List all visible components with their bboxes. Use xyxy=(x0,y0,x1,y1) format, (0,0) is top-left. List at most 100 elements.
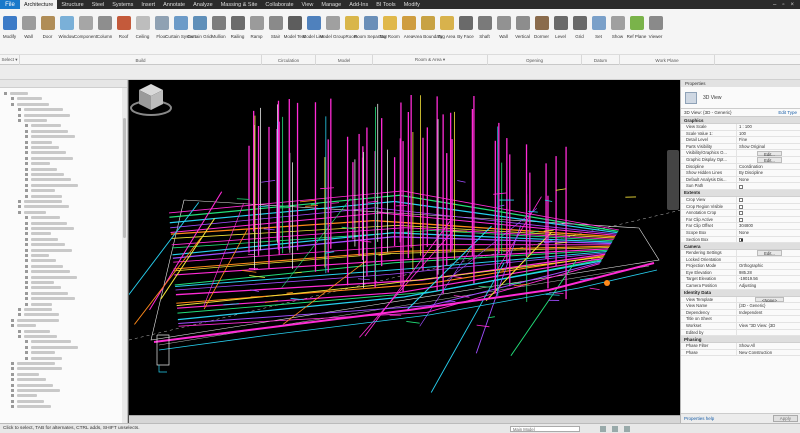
property-value[interactable]: 304800 xyxy=(737,223,800,229)
ribbon-tool-button[interactable]: Area xyxy=(399,11,418,51)
ribbon-tab[interactable]: BI Tools xyxy=(372,0,399,9)
3d-viewport[interactable] xyxy=(128,80,680,423)
property-value[interactable] xyxy=(737,204,800,210)
tree-expander-icon[interactable] xyxy=(18,119,21,122)
tree-item[interactable] xyxy=(31,151,66,155)
pipe-fitting[interactable] xyxy=(457,180,466,183)
ribbon-group-label[interactable]: Opening xyxy=(488,55,582,65)
tree-item[interactable] xyxy=(31,140,52,144)
ribbon-tool-button[interactable]: By Face xyxy=(456,11,475,51)
ribbon-tab[interactable]: Massing & Site xyxy=(217,0,262,9)
tree-expander-icon[interactable] xyxy=(11,394,14,398)
ribbon-tool-button[interactable]: Mullion xyxy=(209,11,228,51)
tree-expander-icon[interactable] xyxy=(25,221,28,225)
tree-expander-icon[interactable] xyxy=(18,335,21,338)
tree-expander-icon[interactable] xyxy=(18,210,21,214)
ribbon-tab[interactable]: Systems xyxy=(108,0,137,9)
floor-slab-edge[interactable] xyxy=(158,265,650,346)
ribbon-tool-button[interactable]: Floor xyxy=(152,11,171,51)
tree-expander-icon[interactable] xyxy=(25,146,28,149)
tree-item[interactable] xyxy=(31,173,64,176)
filter-icon[interactable] xyxy=(624,426,630,432)
tree-item[interactable] xyxy=(24,313,59,317)
tree-expander-icon[interactable] xyxy=(25,167,28,171)
property-value[interactable]: Independent xyxy=(737,310,800,316)
property-value[interactable]: 1 : 100 xyxy=(737,124,800,130)
pipe-fitting[interactable] xyxy=(476,324,490,328)
property-value[interactable]: Show All xyxy=(737,343,800,349)
ribbon-tab[interactable]: Annotate xyxy=(159,0,189,9)
pipe-segment[interactable] xyxy=(430,262,505,393)
tree-expander-icon[interactable] xyxy=(11,367,14,371)
equipment-marker[interactable] xyxy=(604,280,610,286)
property-value[interactable]: {3D - Generic} xyxy=(737,303,800,309)
tree-item[interactable] xyxy=(31,162,50,166)
ribbon-tab[interactable]: Add-Ins xyxy=(345,0,372,9)
pipe-segment[interactable] xyxy=(203,229,248,310)
tree-item[interactable] xyxy=(31,286,61,290)
tree-item[interactable] xyxy=(31,156,73,160)
tree-expander-icon[interactable] xyxy=(25,183,28,187)
type-selector[interactable]: 3D View xyxy=(681,87,800,109)
tree-item[interactable] xyxy=(17,362,55,365)
ribbon-tool-button[interactable]: Component xyxy=(74,11,97,51)
ribbon-tool-button[interactable]: Door xyxy=(38,11,57,51)
tree-expander-icon[interactable] xyxy=(11,399,14,403)
ribbon-tool-button[interactable]: Vertical xyxy=(513,11,532,51)
tree-expander-icon[interactable] xyxy=(25,216,28,220)
project-browser-scrollbar[interactable] xyxy=(122,88,127,423)
tree-expander-icon[interactable] xyxy=(25,340,28,344)
property-value[interactable]: By Discipline xyxy=(737,170,800,176)
ribbon-tool-button[interactable]: Ramp xyxy=(247,11,266,51)
ribbon-group-label[interactable]: Datum xyxy=(582,55,620,65)
property-value[interactable]: <None> xyxy=(737,297,800,303)
pipe-fitting[interactable] xyxy=(261,179,276,183)
ribbon-tool-button[interactable]: Dormer xyxy=(532,11,551,51)
property-value[interactable]: None xyxy=(737,177,800,183)
tree-expander-icon[interactable] xyxy=(18,205,21,209)
tree-item[interactable] xyxy=(24,308,52,311)
tree-expander-icon[interactable] xyxy=(25,129,28,133)
tree-expander-icon[interactable] xyxy=(11,318,14,322)
pipe-fitting[interactable] xyxy=(367,200,378,203)
tree-expander-icon[interactable] xyxy=(25,178,28,182)
tree-expander-icon[interactable] xyxy=(11,372,14,376)
tree-expander-icon[interactable] xyxy=(18,108,21,112)
pipe-fitting[interactable] xyxy=(452,275,463,279)
property-category[interactable]: Identity Data xyxy=(681,289,800,297)
property-value[interactable] xyxy=(737,183,800,189)
tree-item[interactable] xyxy=(10,92,28,95)
ribbon-tool-button[interactable]: Model Line xyxy=(303,11,325,51)
tree-item[interactable] xyxy=(31,221,67,225)
property-value[interactable] xyxy=(737,237,800,243)
ribbon-group-label[interactable]: Work Plane xyxy=(620,55,715,65)
tree-expander-icon[interactable] xyxy=(25,189,28,193)
ribbon-tool-button[interactable]: Tag Area xyxy=(437,11,456,51)
property-value[interactable] xyxy=(737,316,800,322)
tree-expander-icon[interactable] xyxy=(25,237,28,241)
pipe-fitting[interactable] xyxy=(236,198,250,200)
property-category[interactable]: Graphics xyxy=(681,117,800,124)
property-checkbox[interactable] xyxy=(739,211,743,216)
properties-help-link[interactable]: Properties help xyxy=(684,416,714,421)
tree-item[interactable] xyxy=(31,302,52,306)
tree-expander-icon[interactable] xyxy=(25,162,28,166)
property-edit-button[interactable]: Edit... xyxy=(757,250,782,256)
tree-expander-icon[interactable] xyxy=(25,243,28,247)
pipe-fitting[interactable] xyxy=(358,240,372,243)
tree-item[interactable] xyxy=(31,237,58,241)
property-value[interactable]: Adjusting xyxy=(737,283,800,289)
main-model-field[interactable]: Main Model xyxy=(510,426,580,432)
ribbon-tab[interactable]: Insert xyxy=(137,0,159,9)
ribbon-tool-button[interactable]: Set xyxy=(589,11,608,51)
property-checkbox[interactable] xyxy=(739,204,743,209)
ribbon-tool-button[interactable]: Room Separator xyxy=(354,11,387,51)
property-value[interactable]: New Construction xyxy=(737,350,800,356)
tree-item[interactable] xyxy=(31,259,56,263)
tree-expander-icon[interactable] xyxy=(25,194,28,198)
tree-item[interactable] xyxy=(24,335,57,338)
tree-expander-icon[interactable] xyxy=(25,227,28,230)
ribbon-tool-button[interactable]: Modify xyxy=(0,11,19,51)
ribbon-tool-button[interactable]: Column xyxy=(95,11,114,51)
ribbon-group-label[interactable]: Room & Area ▾ xyxy=(373,55,488,65)
